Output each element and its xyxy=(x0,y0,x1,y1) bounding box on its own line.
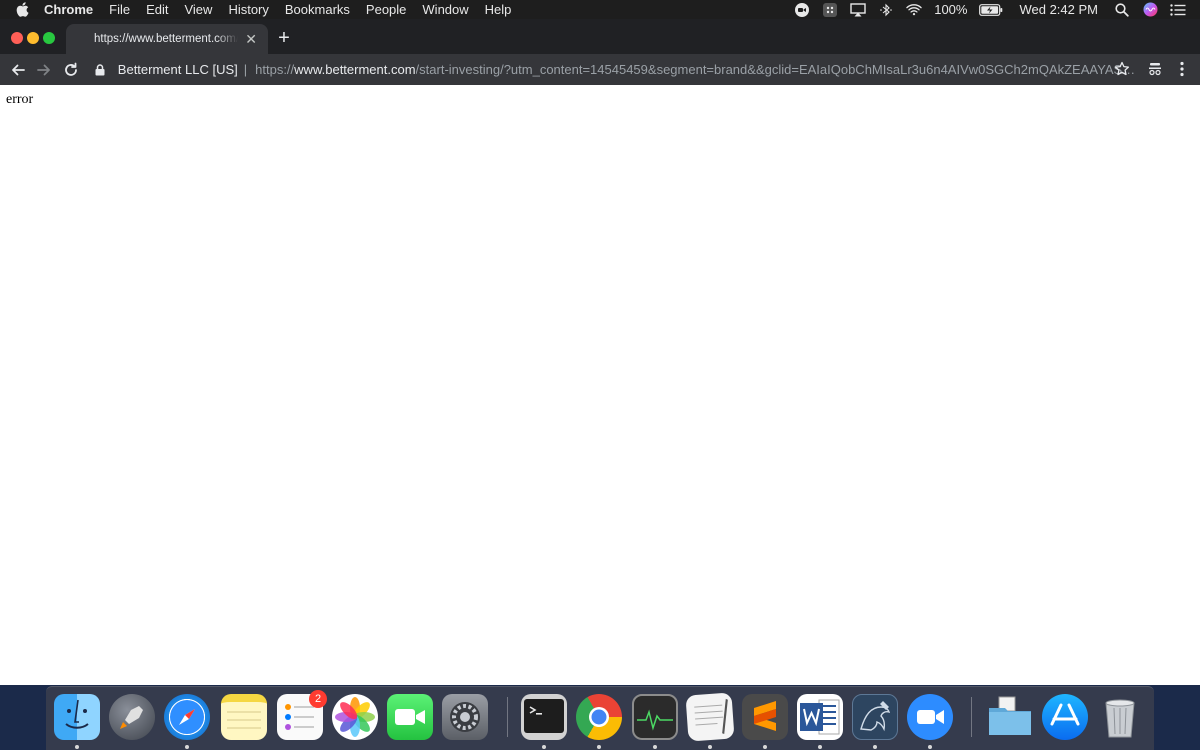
chrome-icon[interactable] xyxy=(576,694,622,740)
reminders-badge: 2 xyxy=(309,690,327,708)
activity-monitor-icon[interactable] xyxy=(632,694,678,740)
zoom-icon[interactable] xyxy=(907,694,953,740)
menu-help[interactable]: Help xyxy=(477,0,520,19)
wifi-icon[interactable] xyxy=(906,2,922,18)
menu-edit[interactable]: Edit xyxy=(138,0,176,19)
app-menu-chrome[interactable]: Chrome xyxy=(44,0,101,19)
extension-icon[interactable] xyxy=(1146,60,1164,78)
window-zoom-button[interactable] xyxy=(43,32,55,44)
notification-center-icon[interactable] xyxy=(1170,2,1186,18)
tab-close-icon[interactable]: ✕ xyxy=(244,31,258,48)
finder-icon[interactable] xyxy=(54,694,100,740)
dock: 2 xyxy=(46,686,1154,750)
menu-window[interactable]: Window xyxy=(414,0,476,19)
reload-icon[interactable] xyxy=(61,60,81,80)
reminders-icon[interactable]: 2 xyxy=(277,690,327,740)
grid-dots-icon[interactable] xyxy=(822,2,838,18)
mysql-workbench-running-indicator xyxy=(873,745,877,749)
safari-icon[interactable] xyxy=(164,694,210,740)
address-bar[interactable]: Betterment LLC [US] | https://www.better… xyxy=(93,56,1138,83)
trash-icon[interactable] xyxy=(1097,694,1143,740)
notes-icon[interactable] xyxy=(221,694,267,740)
microsoft-word-icon[interactable] xyxy=(797,694,843,740)
new-tab-button[interactable]: + xyxy=(276,27,292,49)
airplay-icon[interactable] xyxy=(850,2,866,18)
microsoft-word-running-indicator xyxy=(818,745,822,749)
back-arrow-icon[interactable] xyxy=(8,60,28,80)
browser-tab[interactable]: https://www.betterment.com/start-investi… xyxy=(66,24,268,54)
tab-title: https://www.betterment.com/start-investi… xyxy=(94,33,238,45)
chrome-menu-icon[interactable] xyxy=(1173,60,1191,78)
terminal-icon[interactable] xyxy=(521,694,567,740)
forward-arrow-icon[interactable] xyxy=(34,60,54,80)
url-scheme: https:// xyxy=(255,62,295,77)
zoom-running-indicator xyxy=(928,745,932,749)
video-camera-icon[interactable] xyxy=(794,2,810,18)
window-minimize-button[interactable] xyxy=(27,32,39,44)
chrome-window: https://www.betterment.com/start-investi… xyxy=(0,19,1200,685)
omnibox-separator: | xyxy=(243,62,248,77)
clock[interactable]: Wed 2:42 PM xyxy=(1019,2,1098,17)
menu-history[interactable]: History xyxy=(220,0,276,19)
menu-view[interactable]: View xyxy=(176,0,220,19)
browser-toolbar: Betterment LLC [US] | https://www.better… xyxy=(0,54,1200,85)
menu-bookmarks[interactable]: Bookmarks xyxy=(277,0,358,19)
launchpad-icon[interactable] xyxy=(109,694,155,740)
finder-running-indicator xyxy=(75,745,79,749)
menu-bar: Chrome File Edit View History Bookmarks … xyxy=(0,0,1200,19)
textedit-running-indicator xyxy=(708,745,712,749)
menu-file[interactable]: File xyxy=(101,0,138,19)
textedit-icon[interactable] xyxy=(685,692,735,742)
activity-monitor-running-indicator xyxy=(653,745,657,749)
url-path: /start-investing/?utm_content=14545459&s… xyxy=(415,62,1138,77)
mysql-workbench-icon[interactable] xyxy=(852,694,898,740)
page-content: error xyxy=(0,85,1200,685)
site-identity-label[interactable]: Betterment LLC [US] xyxy=(118,62,238,77)
spotlight-search-icon[interactable] xyxy=(1114,2,1130,18)
error-message: error xyxy=(6,92,34,107)
terminal-running-indicator xyxy=(542,745,546,749)
url-text[interactable]: https://www.betterment.com/start-investi… xyxy=(255,62,1138,77)
bookmark-star-icon[interactable] xyxy=(1113,60,1131,78)
downloads-folder-icon[interactable] xyxy=(987,694,1033,740)
app-store-icon[interactable] xyxy=(1042,694,1088,740)
dock-separator-2 xyxy=(971,697,972,737)
window-close-button[interactable] xyxy=(11,32,23,44)
facetime-icon[interactable] xyxy=(387,694,433,740)
siri-icon[interactable] xyxy=(1142,2,1158,18)
menu-people[interactable]: People xyxy=(358,0,414,19)
url-host: www.betterment.com xyxy=(294,62,416,77)
sublime-text-icon[interactable] xyxy=(742,694,788,740)
safari-running-indicator xyxy=(185,745,189,749)
chrome-running-indicator xyxy=(597,745,601,749)
apple-menu-icon[interactable] xyxy=(0,2,44,17)
battery-percentage: 100% xyxy=(934,2,968,17)
tab-strip: https://www.betterment.com/start-investi… xyxy=(0,19,1200,54)
dock-separator xyxy=(507,697,508,737)
lock-icon[interactable] xyxy=(93,63,107,76)
system-preferences-icon[interactable] xyxy=(442,694,488,740)
sublime-text-running-indicator xyxy=(763,745,767,749)
battery-charging-icon[interactable] xyxy=(979,2,1003,18)
photos-icon[interactable] xyxy=(332,694,378,740)
bluetooth-icon[interactable] xyxy=(878,2,894,18)
